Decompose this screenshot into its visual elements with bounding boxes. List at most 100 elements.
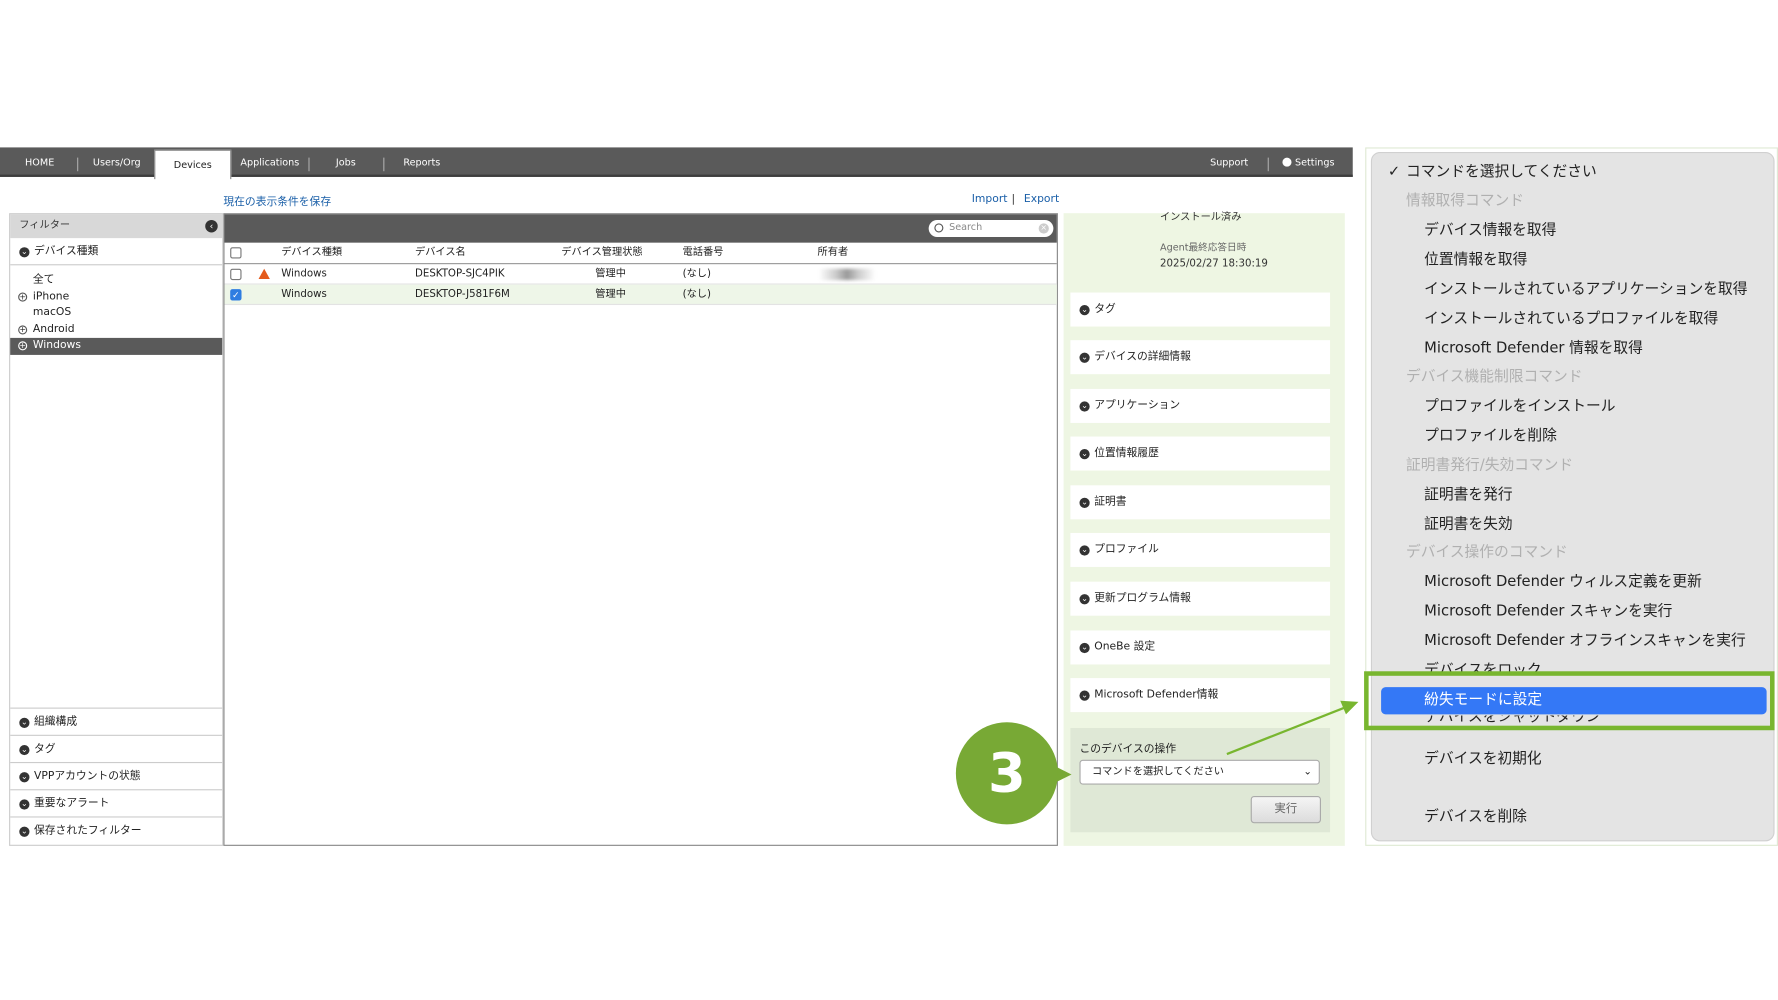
- device-type-windows[interactable]: + Windows: [10, 337, 223, 355]
- filter-bottom-sections: ⌄ 組織構成 ⌄ タグ ⌄ VPPアカウントの状態 ⌄ 重要なアラート ⌄ 保存されたフィ…: [10, 707, 223, 845]
- tab-reports[interactable]: Reports: [390, 147, 453, 176]
- filter-section-alerts[interactable]: ⌄ 重要なアラート: [10, 790, 223, 818]
- column-owner[interactable]: 所有者: [818, 243, 849, 265]
- table-row[interactable]: ✓ Windows DESKTOP-J581F6M 管理中 (なし): [224, 284, 1057, 306]
- menu-item-issue-cert[interactable]: 証明書を発行: [1372, 482, 1773, 509]
- expand-plus-icon[interactable]: +: [18, 291, 28, 302]
- top-nav: HOME Users/Org Devices Applications Jobs…: [0, 147, 1353, 180]
- expand-plus-icon[interactable]: +: [18, 341, 28, 351]
- section-certificates[interactable]: ⌄ 証明書: [1070, 485, 1331, 520]
- search-input[interactable]: Search ×: [928, 219, 1054, 237]
- row-checkbox[interactable]: [230, 268, 242, 281]
- link-separator: |: [1011, 192, 1016, 206]
- device-operations: このデバイスの操作 コマンドを選択してください ⌄ 実行: [1070, 727, 1331, 833]
- chevron-down-icon: ⌄: [19, 772, 30, 783]
- last-response-label: Agent最終応答日時: [1159, 242, 1247, 254]
- menu-item-selected[interactable]: ✓ コマンドを選択してください: [1372, 159, 1773, 186]
- device-table: Search × デバイス種類 デバイス名 デバイス管理状態 電話番号 所有者 …: [223, 213, 1058, 846]
- cell-device-type: Windows: [281, 268, 327, 281]
- menu-group-device-ops: デバイス操作のコマンド: [1406, 544, 1568, 562]
- column-manage-status[interactable]: デバイス管理状態: [561, 243, 642, 265]
- collapse-left-icon[interactable]: ‹: [205, 219, 218, 233]
- menu-item-update-definitions[interactable]: Microsoft Defender ウィルス定義を更新: [1372, 569, 1773, 596]
- column-phone[interactable]: 電話番号: [683, 243, 724, 265]
- menu-item-get-location[interactable]: 位置情報を取得: [1372, 247, 1773, 274]
- cell-manage-status: 管理中: [595, 268, 626, 281]
- export-link[interactable]: Export: [1024, 193, 1059, 205]
- section-profiles[interactable]: ⌄ プロファイル: [1070, 532, 1331, 567]
- last-response-value: 2025/02/27 18:30:19: [1159, 258, 1268, 270]
- menu-item-get-profiles[interactable]: インストールされているプロファイルを取得: [1372, 306, 1773, 333]
- tab-jobs[interactable]: Jobs: [315, 147, 376, 176]
- chevron-down-icon: ⌄: [19, 826, 30, 837]
- menu-item-run-scan[interactable]: Microsoft Defender スキャンを実行: [1372, 599, 1773, 626]
- filter-panel: フィルター ‹ ⌄ デバイス種類 全て + iPhone macOS + Androi…: [9, 213, 224, 846]
- expand-plus-icon[interactable]: +: [18, 324, 28, 334]
- menu-item-delete-device[interactable]: デバイスを削除: [1372, 804, 1773, 831]
- column-device-name[interactable]: デバイス名: [415, 243, 466, 265]
- tab-separator: [77, 157, 79, 172]
- menu-item-get-defender-info[interactable]: Microsoft Defender 情報を取得: [1372, 336, 1773, 363]
- cell-manage-status: 管理中: [595, 289, 626, 301]
- chevron-down-icon: ⌄: [1079, 642, 1090, 654]
- install-status: インストール済み: [1159, 212, 1242, 224]
- tab-users-org[interactable]: Users/Org: [82, 147, 152, 176]
- clear-icon[interactable]: ×: [1038, 223, 1049, 234]
- filter-section-saved[interactable]: ⌄ 保存されたフィルター: [10, 818, 222, 845]
- section-defender-info[interactable]: ⌄ Microsoft Defender情報: [1070, 678, 1331, 713]
- device-type-macos[interactable]: macOS: [10, 305, 222, 321]
- menu-item-install-profile[interactable]: プロファイルをインストール: [1372, 393, 1773, 420]
- cell-device-type: Windows: [281, 289, 327, 301]
- tab-devices[interactable]: Devices: [154, 149, 232, 180]
- run-button[interactable]: 実行: [1250, 795, 1321, 824]
- section-updates[interactable]: ⌄ 更新プログラム情報: [1070, 581, 1331, 616]
- section-location-history[interactable]: ⌄ 位置情報履歴: [1070, 436, 1331, 471]
- tab-separator: [383, 157, 385, 172]
- menu-item-get-apps[interactable]: インストールされているアプリケーションを取得: [1372, 277, 1773, 304]
- import-link[interactable]: Import: [972, 193, 1008, 205]
- filter-header: フィルター ‹: [10, 214, 223, 239]
- menu-item-offline-scan[interactable]: Microsoft Defender オフラインスキャンを実行: [1372, 628, 1773, 655]
- device-type-all[interactable]: 全て: [10, 272, 222, 288]
- cell-phone: (なし): [682, 268, 711, 281]
- command-select[interactable]: コマンドを選択してください ⌄: [1079, 759, 1320, 785]
- highlight-frame: [1364, 671, 1775, 731]
- support-link[interactable]: Support: [1202, 147, 1256, 176]
- filter-section-org[interactable]: ⌄ 組織構成: [10, 709, 223, 736]
- chevron-down-icon: ⌄: [1079, 497, 1090, 508]
- menu-group-certificates: 証明書発行/失効コマンド: [1406, 456, 1574, 474]
- chevron-down-icon: ⌄: [1079, 305, 1090, 316]
- select-all-checkbox[interactable]: [230, 247, 242, 259]
- command-dropdown-menu: ✓ コマンドを選択してください 情報取得コマンド デバイス情報を取得 位置情報を取…: [1370, 151, 1775, 842]
- cell-device-name[interactable]: DESKTOP-J581F6M: [415, 285, 510, 305]
- section-applications[interactable]: ⌄ アプリケーション: [1070, 388, 1331, 423]
- save-view-link[interactable]: 現在の表示条件を保存: [223, 193, 331, 208]
- settings-link[interactable]: Settings: [1277, 147, 1340, 176]
- row-checkbox[interactable]: ✓: [230, 289, 242, 301]
- section-device-details[interactable]: ⌄ デバイスの詳細情報: [1070, 340, 1331, 375]
- device-type-iphone[interactable]: + iPhone: [10, 289, 222, 305]
- cell-device-name[interactable]: DESKTOP-SJC4PIK: [415, 264, 505, 284]
- chevron-down-icon: ⌄: [1079, 545, 1090, 556]
- menu-item-remove-profile[interactable]: プロファイルを削除: [1372, 423, 1773, 450]
- table-row[interactable]: Windows DESKTOP-SJC4PIK 管理中 (なし): [224, 264, 1057, 285]
- tab-applications[interactable]: Applications: [236, 147, 304, 176]
- menu-item-get-device-info[interactable]: デバイス情報を取得: [1372, 218, 1773, 245]
- operations-title: このデバイスの操作: [1079, 742, 1177, 756]
- chevron-down-icon: ⌄: [1079, 594, 1090, 605]
- section-tag[interactable]: ⌄ タグ: [1070, 292, 1331, 327]
- tab-home[interactable]: HOME: [11, 147, 68, 176]
- filter-section-device-type[interactable]: ⌄ デバイス種類: [10, 238, 223, 266]
- table-toolbar: Search ×: [224, 214, 1057, 243]
- filter-section-vpp[interactable]: ⌄ VPPアカウントの状態: [10, 763, 223, 791]
- device-type-android[interactable]: + Android: [10, 321, 222, 337]
- chevron-down-icon: ⌄: [1079, 690, 1090, 701]
- menu-item-revoke-cert[interactable]: 証明書を失効: [1372, 511, 1773, 538]
- section-onebe-settings[interactable]: ⌄ OneBe 設定: [1070, 630, 1331, 665]
- table-header: デバイス種類 デバイス名 デバイス管理状態 電話番号 所有者: [224, 243, 1057, 265]
- menu-item-wipe[interactable]: デバイスを初期化: [1372, 746, 1773, 773]
- filter-section-tag[interactable]: ⌄ タグ: [10, 736, 223, 764]
- column-device-type[interactable]: デバイス種類: [281, 243, 342, 265]
- chevron-down-icon: ⌄: [19, 799, 30, 810]
- step-badge: 3: [955, 722, 1058, 825]
